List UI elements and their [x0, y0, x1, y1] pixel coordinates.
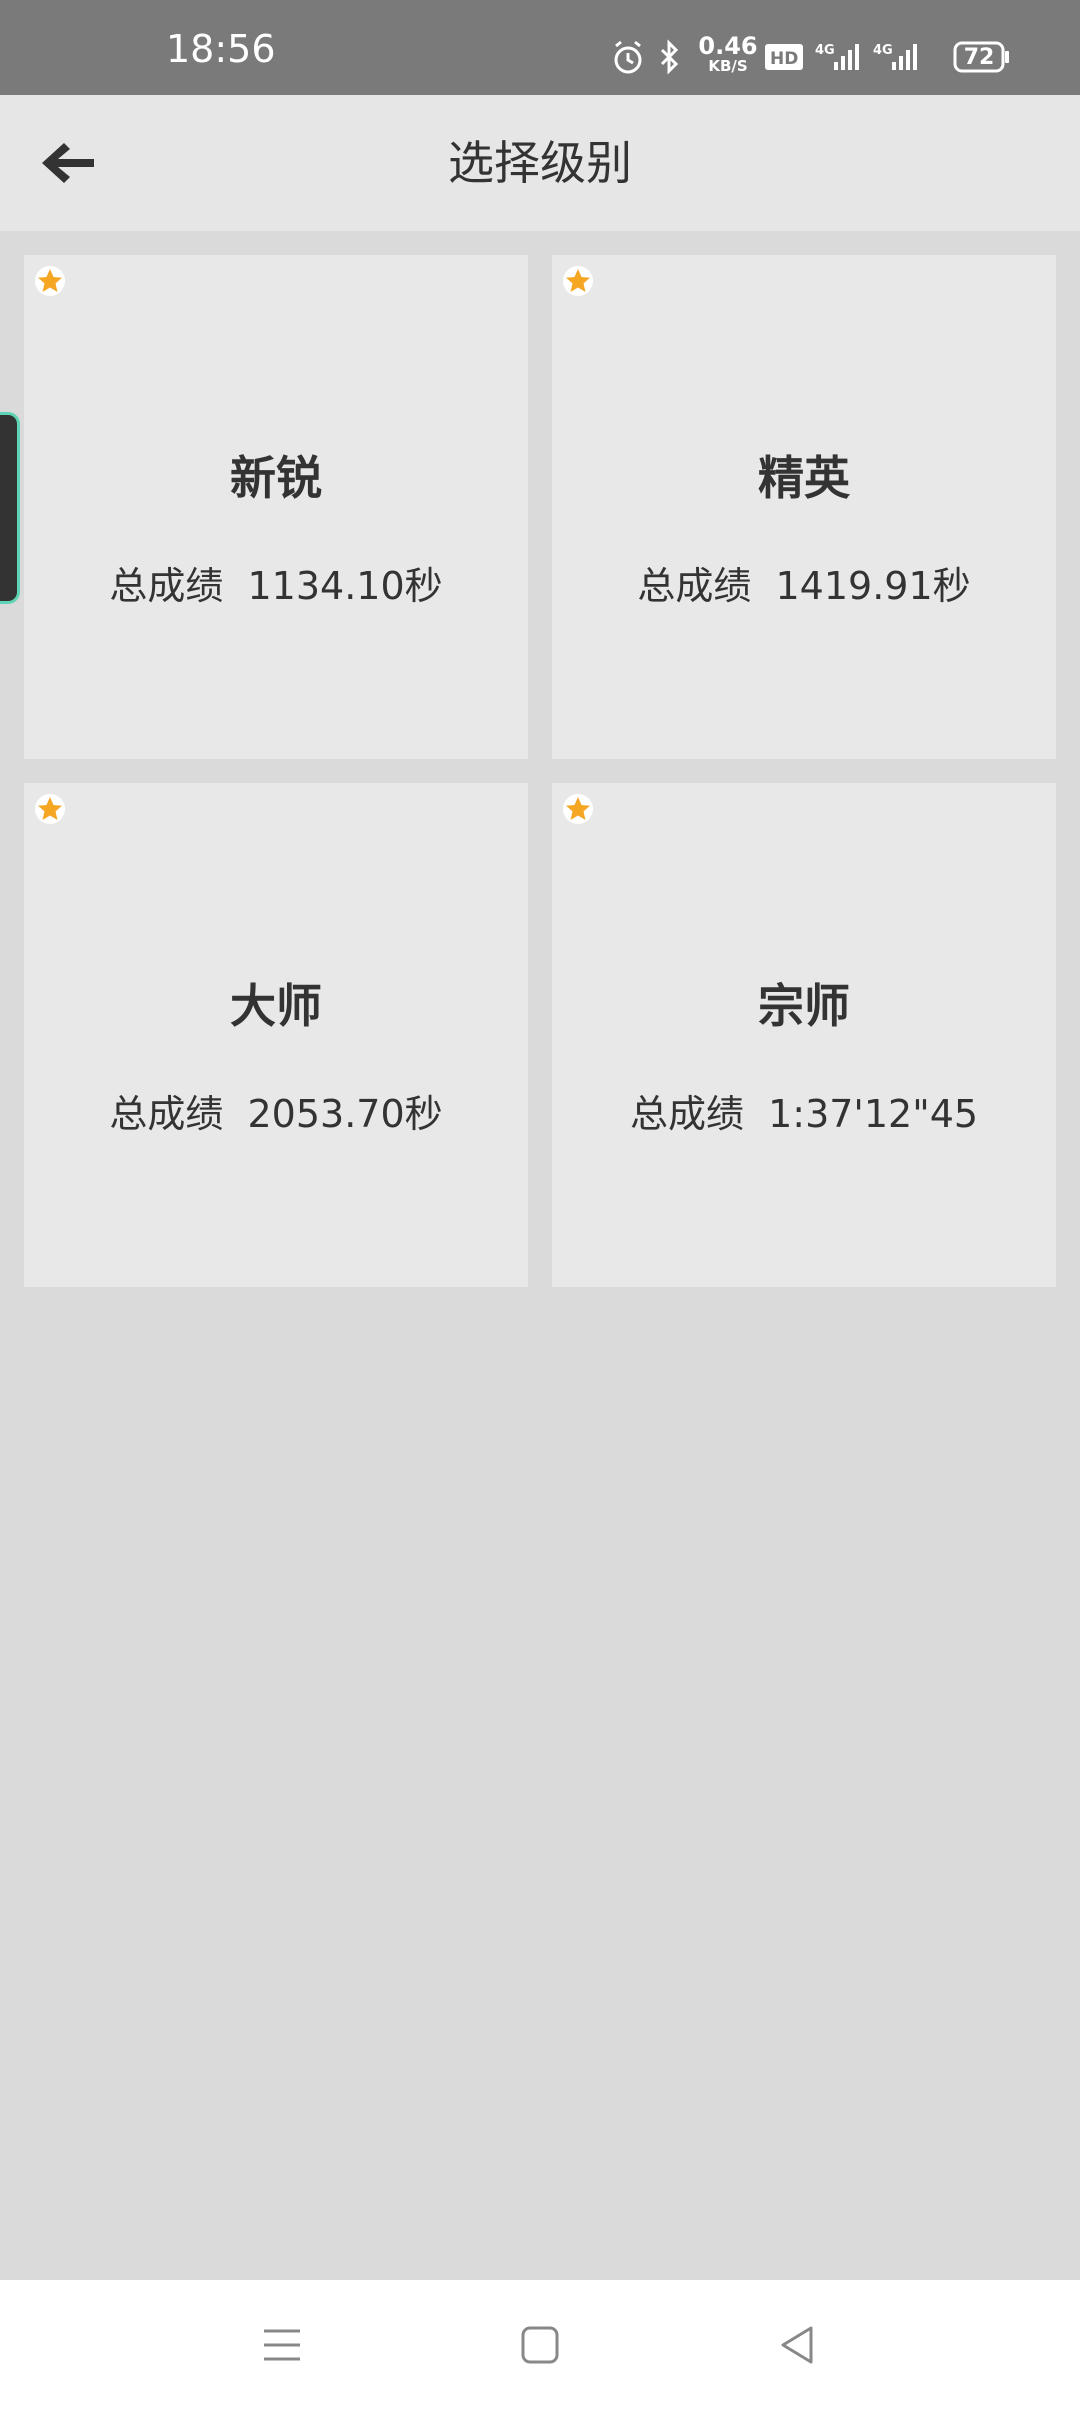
level-card-jingying[interactable]: 精英 总成绩 1419.91秒	[552, 255, 1056, 759]
level-card-xinrui[interactable]: 新锐 总成绩 1134.10秒	[24, 255, 528, 759]
arrow-left-icon	[42, 143, 94, 183]
level-score: 总成绩 1:37'12"45	[629, 1092, 979, 1136]
star-icon	[35, 794, 65, 824]
level-name: 精英	[758, 451, 850, 505]
level-name: 宗师	[758, 979, 850, 1033]
nav-back-button[interactable]	[752, 2300, 842, 2390]
page-title: 选择级别	[448, 136, 632, 190]
alarm-icon	[614, 40, 642, 74]
level-name: 新锐	[230, 451, 322, 505]
level-card-zongshi[interactable]: 宗师 总成绩 1:37'12"45	[552, 783, 1056, 1287]
svg-text:4G: 4G	[873, 43, 893, 58]
network-speed: 0.46 KB/S	[698, 34, 758, 74]
signal-4g-icon: 4G	[873, 43, 917, 70]
hd-icon: HD	[765, 44, 803, 70]
back-button[interactable]	[28, 123, 108, 203]
system-nav-bar	[0, 2280, 1080, 2412]
level-score: 总成绩 1419.91秒	[637, 564, 971, 608]
app-bar: 选择级别	[0, 95, 1080, 231]
level-score: 总成绩 1134.10秒	[109, 564, 443, 608]
star-icon	[35, 266, 65, 296]
signal-4g-icon: 4G	[815, 43, 859, 70]
star-icon	[563, 794, 593, 824]
star-icon	[563, 266, 593, 296]
nav-home-button[interactable]	[495, 2300, 585, 2390]
bluetooth-icon	[660, 39, 679, 75]
back-triangle-icon	[781, 2326, 813, 2364]
level-name: 大师	[230, 979, 322, 1033]
home-square-icon	[521, 2326, 559, 2364]
network-speed-unit: KB/S	[708, 57, 748, 75]
status-time: 18:56	[166, 27, 276, 71]
svg-text:4G: 4G	[815, 43, 835, 58]
status-bar: 18:56 HD 4G 4G 0.46 KB/S 72	[0, 0, 1080, 95]
level-score: 总成绩 2053.70秒	[109, 1092, 443, 1136]
network-speed-value: 0.46	[698, 32, 758, 60]
menu-icon	[264, 2329, 300, 2361]
battery-level: 72	[963, 45, 995, 70]
svg-text:HD: HD	[770, 49, 798, 69]
status-icons: HD 4G 4G 0.46 KB/S 72	[610, 34, 1010, 78]
floating-edge-handle[interactable]	[0, 412, 20, 604]
level-card-dashi[interactable]: 大师 总成绩 2053.70秒	[24, 783, 528, 1287]
nav-menu-button[interactable]	[237, 2300, 327, 2390]
